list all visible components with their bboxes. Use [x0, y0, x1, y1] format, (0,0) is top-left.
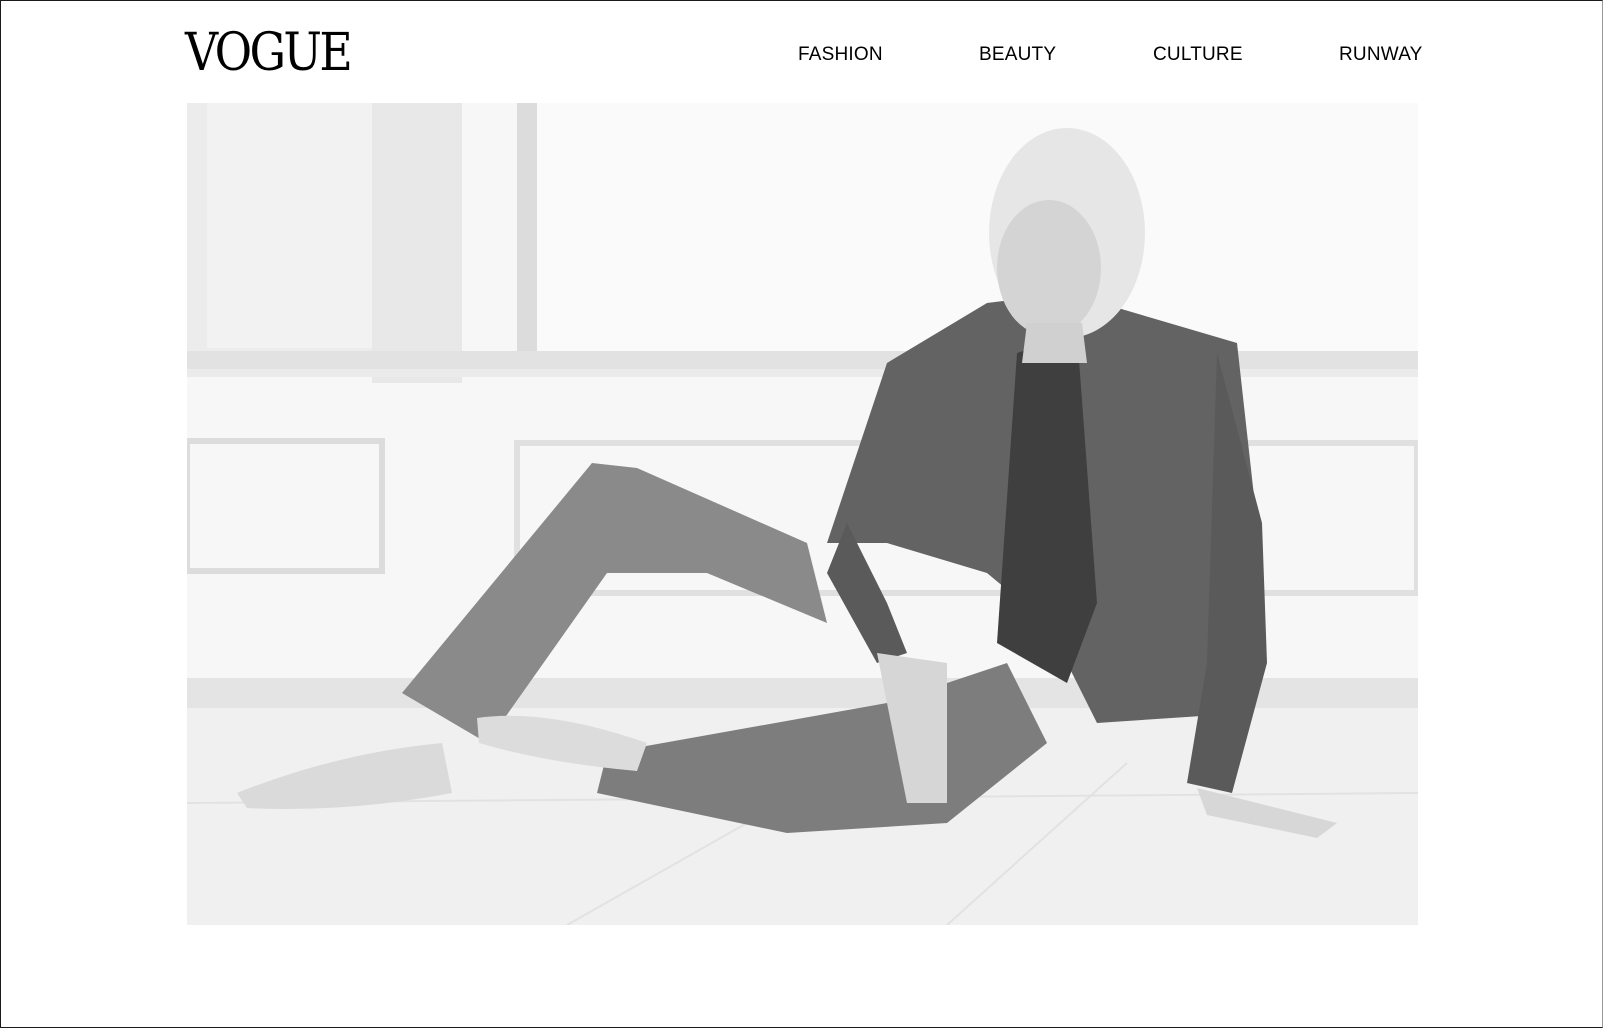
nav-beauty[interactable]: BEAUTY — [979, 44, 1056, 66]
nav-fashion[interactable]: FASHION — [798, 44, 883, 66]
face — [997, 200, 1101, 336]
hero-image[interactable] — [187, 103, 1418, 925]
vogue-logo[interactable]: VOGUE — [185, 27, 353, 79]
hero-photo — [187, 103, 1418, 925]
neck — [1022, 323, 1087, 363]
nav-culture[interactable]: CULTURE — [1153, 44, 1243, 66]
curtain — [372, 103, 462, 383]
page-frame: VOGUE FASHION BEAUTY CULTURE RUNWAY — [0, 0, 1603, 1028]
window-frame-post — [517, 103, 537, 363]
nav-runway[interactable]: RUNWAY — [1339, 44, 1423, 66]
